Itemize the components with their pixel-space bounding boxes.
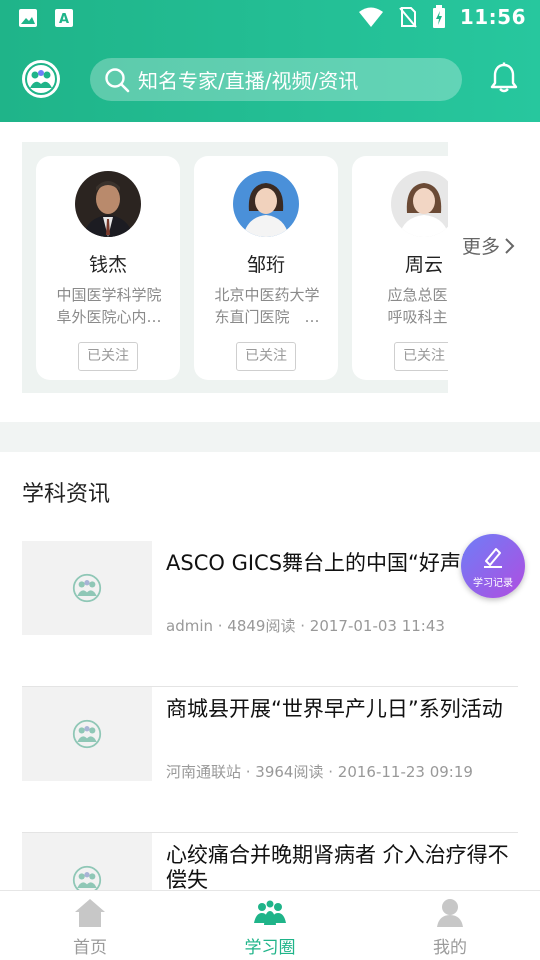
- app-logo[interactable]: [22, 60, 60, 98]
- expert-desc-line2: 东直门医院 …: [214, 308, 320, 326]
- search-bar[interactable]: 知名专家/直播/视频/资讯: [90, 58, 462, 101]
- expert-desc-line2: 呼吸科主任: [387, 308, 448, 326]
- follow-button[interactable]: 已关注: [236, 342, 296, 371]
- home-icon: [75, 899, 105, 927]
- more-label: 更多: [462, 236, 501, 258]
- expert-carousel[interactable]: 钱杰 中国医学科学院 阜外医院心内… 已关注 邹珩 北京中医药大学 东直门医院 …: [22, 142, 448, 393]
- expert-card[interactable]: 周云 应急总医院 呼吸科主任 已关注: [352, 156, 448, 380]
- expert-desc-line1: 北京中医药大学: [214, 286, 320, 304]
- expert-desc-line2: 阜外医院心内…: [56, 308, 162, 326]
- wifi-icon: [358, 7, 383, 27]
- section-title: 学科资讯: [22, 482, 111, 507]
- section-divider: [0, 422, 540, 452]
- bottom-nav: 首页 学习圈 我的: [0, 890, 540, 960]
- expert-description: 中国医学科学院 阜外医院心内…: [50, 284, 168, 328]
- expert-name: 钱杰: [88, 254, 127, 276]
- expert-card[interactable]: 邹珩 北京中医药大学 东直门医院 … 已关注: [194, 156, 338, 380]
- placeholder-logo-icon: [72, 573, 102, 603]
- news-title: 心绞痛合并晚期肾病者 介入治疗得不偿失: [166, 843, 509, 892]
- expert-name: 邹珩: [246, 254, 285, 276]
- study-record-label: 学习记录: [473, 578, 513, 589]
- expert-name: 周云: [404, 254, 443, 276]
- list-item[interactable]: 商城县开展“世界早产儿日”系列活动 河南通联站 · 3964阅读 · 2016-…: [22, 687, 518, 833]
- edit-pencil-icon: [484, 548, 502, 568]
- news-meta: admin · 4849阅读 · 2017-01-03 11:43: [166, 617, 445, 635]
- tab-profile[interactable]: 我的: [360, 891, 540, 960]
- chevron-right-icon: [505, 237, 515, 254]
- news-title: 商城县开展“世界早产儿日”系列活动: [166, 697, 503, 721]
- expert-photo: [75, 171, 141, 237]
- group-icon: [254, 900, 286, 925]
- news-meta: 河南通联站 · 3964阅读 · 2016-11-23 09:19: [166, 763, 473, 781]
- battery-charging-icon: [432, 5, 445, 28]
- avatar: [391, 171, 448, 237]
- tab-study-circle-label: 学习圈: [244, 938, 296, 958]
- tab-profile-label: 我的: [433, 938, 467, 958]
- tab-home[interactable]: 首页: [0, 891, 180, 960]
- expert-description: 北京中医药大学 东直门医院 …: [208, 284, 326, 328]
- more-experts-link[interactable]: 更多: [462, 232, 516, 259]
- logo-icon: [25, 63, 57, 95]
- tab-study-circle[interactable]: 学习圈: [180, 891, 360, 960]
- status-bar: A 11:56: [0, 0, 540, 38]
- news-thumbnail: [22, 687, 152, 781]
- svg-text:A: A: [59, 12, 69, 27]
- expert-card[interactable]: 钱杰 中国医学科学院 阜外医院心内… 已关注: [36, 156, 180, 380]
- avatar: [75, 171, 141, 237]
- news-thumbnail: [22, 541, 152, 635]
- no-sim-icon: [399, 7, 417, 28]
- placeholder-logo-icon: [72, 719, 102, 749]
- expert-photo: [391, 171, 448, 237]
- bell-icon[interactable]: [489, 62, 519, 94]
- search-placeholder: 知名专家/直播/视频/资讯: [138, 69, 359, 93]
- follow-button[interactable]: 已关注: [394, 342, 448, 371]
- expert-desc-line1: 中国医学科学院: [56, 286, 162, 304]
- list-item[interactable]: ASCO GICS舞台上的中国“好声音” admin · 4849阅读 · 20…: [22, 541, 518, 687]
- follow-button[interactable]: 已关注: [78, 342, 138, 371]
- search-icon: [105, 67, 130, 92]
- app-header: A 11:56 知名专家/直播/视频/资讯: [0, 0, 540, 122]
- text-app-icon: A: [55, 9, 73, 27]
- expert-description: 应急总医院 呼吸科主任: [366, 284, 448, 328]
- expert-photo: [233, 171, 299, 237]
- tab-home-label: 首页: [73, 938, 107, 958]
- image-icon: [19, 9, 37, 27]
- status-time: 11:56: [459, 5, 526, 29]
- study-record-button[interactable]: 学习记录: [461, 534, 525, 598]
- avatar: [233, 171, 299, 237]
- expert-desc-line1: 应急总医院: [387, 286, 448, 304]
- user-icon: [437, 899, 463, 927]
